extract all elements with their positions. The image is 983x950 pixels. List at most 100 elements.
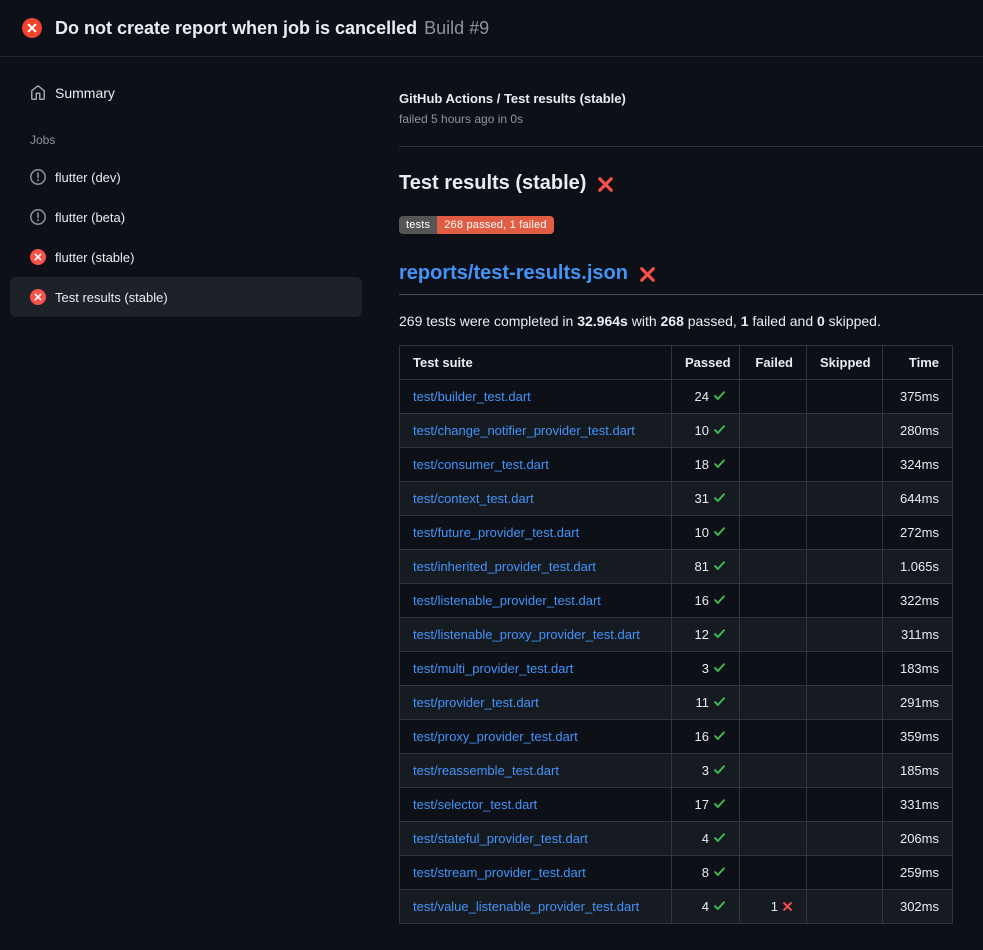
suite-cell: test/selector_test.dart [400, 788, 672, 822]
job-label: Test results (stable) [55, 290, 168, 305]
test-suite-link[interactable]: test/inherited_provider_test.dart [413, 559, 596, 574]
section-title-text: Test results (stable) [399, 172, 586, 195]
failed-x-icon [639, 266, 656, 283]
failed-cell [740, 448, 807, 482]
skipped-cell [807, 686, 883, 720]
sidebar-job-item[interactable]: flutter (stable) [10, 237, 362, 277]
suite-cell: test/listenable_provider_test.dart [400, 584, 672, 618]
column-header: Test suite [400, 346, 672, 380]
count-value: 10 [695, 423, 709, 438]
time-cell: 272ms [883, 516, 953, 550]
home-icon [30, 85, 46, 101]
passed-cell: 4 [672, 890, 740, 924]
column-header: Passed [672, 346, 740, 380]
failed-cell [740, 822, 807, 856]
column-header: Time [883, 346, 953, 380]
failed-cell [740, 482, 807, 516]
failed-status-icon [30, 249, 46, 265]
time-cell: 359ms [883, 720, 953, 754]
table-header-row: Test suitePassedFailedSkippedTime [400, 346, 953, 380]
failed-cell [740, 550, 807, 584]
test-suite-link[interactable]: test/reassemble_test.dart [413, 763, 559, 778]
cancelled-status-icon [30, 169, 46, 185]
sidebar-job-item[interactable]: flutter (beta) [10, 197, 362, 237]
summary-failed-count: 1 [741, 313, 749, 329]
check-icon [713, 763, 726, 776]
sidebar-item-summary[interactable]: Summary [10, 73, 362, 113]
test-suite-link[interactable]: test/proxy_provider_test.dart [413, 729, 578, 744]
suite-cell: test/stream_provider_test.dart [400, 856, 672, 890]
page-layout: Summary Jobs flutter (dev) flutter (beta)… [0, 57, 983, 924]
run-failed-icon [22, 18, 42, 38]
summary-prefix: 269 tests were completed in [399, 313, 577, 329]
check-icon [713, 491, 726, 504]
test-suite-link[interactable]: test/listenable_provider_test.dart [413, 593, 601, 608]
time-cell: 375ms [883, 380, 953, 414]
passed-cell: 8 [672, 856, 740, 890]
count-value: 4 [702, 831, 709, 846]
passed-cell: 3 [672, 754, 740, 788]
failed-cell [740, 584, 807, 618]
skipped-cell [807, 380, 883, 414]
failed-cell [740, 788, 807, 822]
time-cell: 185ms [883, 754, 953, 788]
failed-cell [740, 516, 807, 550]
failed-cell [740, 618, 807, 652]
skipped-cell [807, 856, 883, 890]
count-value: 18 [695, 457, 709, 472]
test-suite-link[interactable]: test/selector_test.dart [413, 797, 537, 812]
skipped-cell [807, 584, 883, 618]
passed-cell: 81 [672, 550, 740, 584]
count-value: 10 [695, 525, 709, 540]
page-title: Do not create report when job is cancell… [55, 18, 489, 39]
time-cell: 280ms [883, 414, 953, 448]
check-icon [713, 831, 726, 844]
passed-cell: 4 [672, 822, 740, 856]
summary-text: with [628, 313, 661, 329]
build-number: Build #9 [424, 18, 489, 38]
test-suite-row: test/builder_test.dart24375ms [400, 380, 953, 414]
test-suite-link[interactable]: test/provider_test.dart [413, 695, 539, 710]
test-suite-link[interactable]: test/stateful_provider_test.dart [413, 831, 588, 846]
suite-cell: test/provider_test.dart [400, 686, 672, 720]
test-suite-link[interactable]: test/future_provider_test.dart [413, 525, 579, 540]
test-suite-link[interactable]: test/context_test.dart [413, 491, 534, 506]
suite-cell: test/stateful_provider_test.dart [400, 822, 672, 856]
job-label: flutter (dev) [55, 170, 121, 185]
skipped-cell [807, 618, 883, 652]
test-suite-link[interactable]: test/multi_provider_test.dart [413, 661, 573, 676]
tests-badge-value: 268 passed, 1 failed [437, 216, 553, 234]
passed-cell: 10 [672, 414, 740, 448]
test-suite-link[interactable]: test/stream_provider_test.dart [413, 865, 586, 880]
failed-cell [740, 720, 807, 754]
test-suite-row: test/selector_test.dart17331ms [400, 788, 953, 822]
test-suite-link[interactable]: test/change_notifier_provider_test.dart [413, 423, 635, 438]
column-header: Skipped [807, 346, 883, 380]
jobs-section-label: Jobs [30, 133, 362, 147]
test-suite-row: test/listenable_proxy_provider_test.dart… [400, 618, 953, 652]
failed-cell [740, 380, 807, 414]
time-cell: 206ms [883, 822, 953, 856]
check-icon [713, 865, 726, 878]
sidebar-job-item[interactable]: Test results (stable) [10, 277, 362, 317]
summary-duration: 32.964s [577, 313, 628, 329]
report-link[interactable]: reports/test-results.json [399, 262, 628, 285]
passed-cell: 11 [672, 686, 740, 720]
job-label: flutter (stable) [55, 250, 134, 265]
test-suite-row: test/provider_test.dart11291ms [400, 686, 953, 720]
test-suite-link[interactable]: test/builder_test.dart [413, 389, 531, 404]
suite-cell: test/inherited_provider_test.dart [400, 550, 672, 584]
time-cell: 644ms [883, 482, 953, 516]
test-suite-link[interactable]: test/listenable_proxy_provider_test.dart [413, 627, 640, 642]
test-suite-link[interactable]: test/value_listenable_provider_test.dart [413, 899, 639, 914]
skipped-cell [807, 482, 883, 516]
count-value: 81 [695, 559, 709, 574]
passed-cell: 16 [672, 584, 740, 618]
sidebar-job-item[interactable]: flutter (dev) [10, 157, 362, 197]
check-icon [713, 423, 726, 436]
test-suite-link[interactable]: test/consumer_test.dart [413, 457, 549, 472]
failed-cell [740, 414, 807, 448]
count-value: 3 [702, 763, 709, 778]
test-suite-row: test/multi_provider_test.dart3183ms [400, 652, 953, 686]
suite-cell: test/builder_test.dart [400, 380, 672, 414]
